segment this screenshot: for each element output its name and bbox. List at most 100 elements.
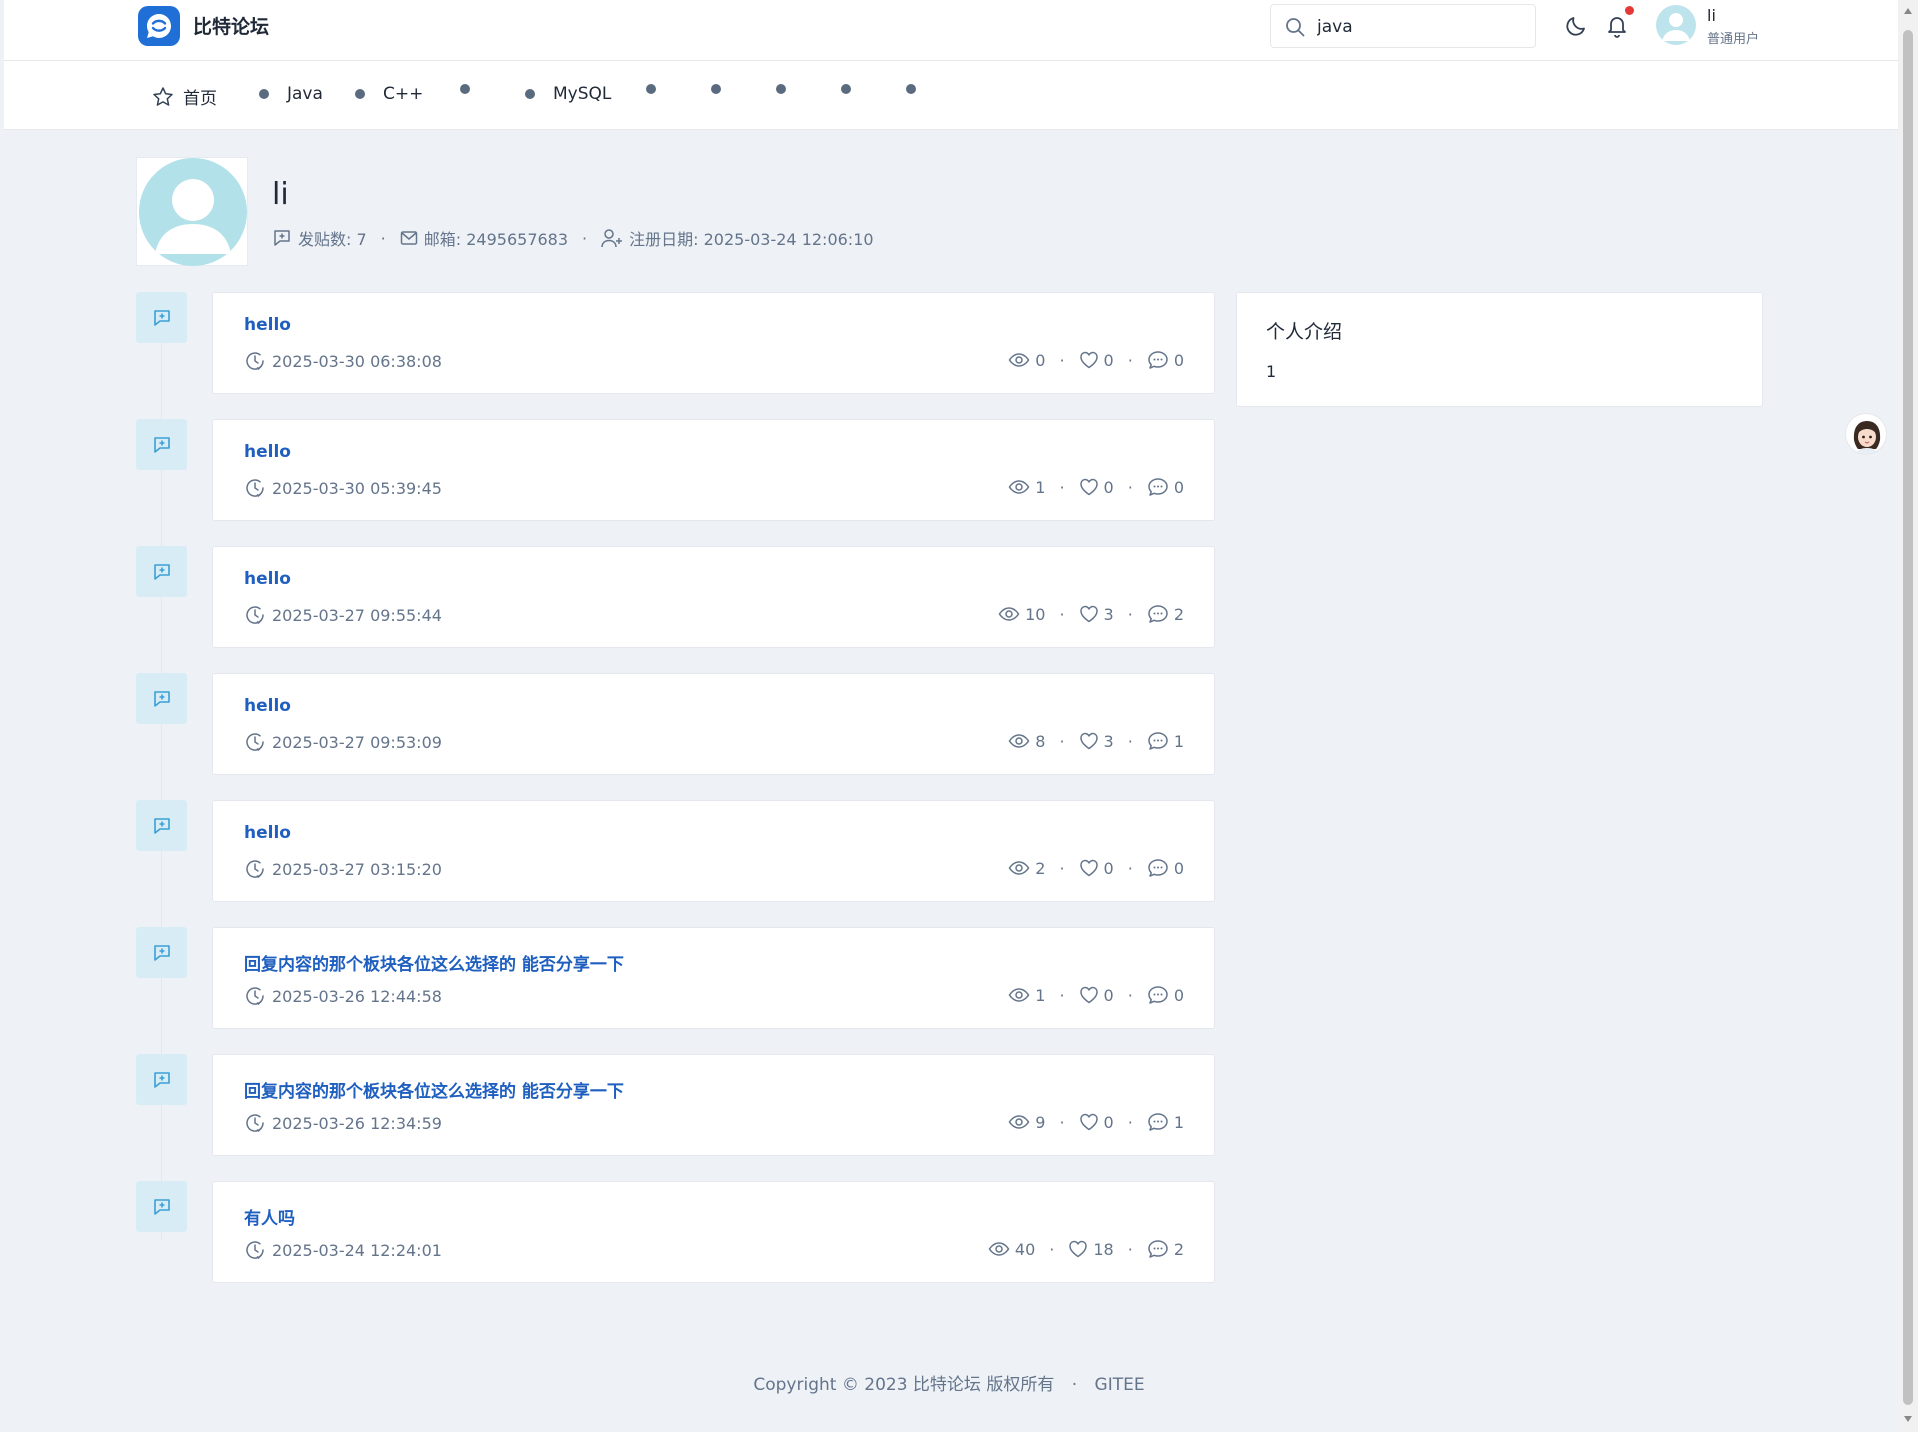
post-card[interactable]: hello 2025-03-27 09:53:09 8 · 3 · 1 <box>212 673 1215 775</box>
comment-icon <box>1147 858 1174 878</box>
post-time: 2025-03-27 09:55:44 <box>244 604 442 626</box>
post-card[interactable]: hello 2025-03-27 09:55:44 10 · 3 · 2 <box>212 546 1215 648</box>
post-title[interactable]: 回复内容的那个板块各位这么选择的 能否分享一下 <box>244 950 624 975</box>
user-avatar[interactable] <box>1656 5 1696 45</box>
timeline-marker-icon <box>136 1181 187 1232</box>
comment-count-text: 0 <box>1173 350 1184 370</box>
comment-count: 0 <box>1147 985 1184 1005</box>
like-count-text: 3 <box>1103 731 1114 751</box>
post-stats: 9 · 0 · 1 <box>1008 1112 1184 1132</box>
like-count: 18 <box>1068 1239 1114 1259</box>
nav-item-category-10[interactable] <box>906 84 934 94</box>
post-stats: 2 · 0 · 0 <box>1008 858 1184 878</box>
like-count-text: 0 <box>1103 350 1114 370</box>
category-dot-icon <box>355 89 365 99</box>
nav-item-home[interactable]: 首页 <box>152 84 217 109</box>
post-card[interactable]: 回复内容的那个板块各位这么选择的 能否分享一下 2025-03-26 12:34:… <box>212 1054 1215 1156</box>
comment-icon <box>1147 985 1174 1005</box>
view-count-text: 2 <box>1035 858 1046 878</box>
post-title[interactable]: 回复内容的那个板块各位这么选择的 能否分享一下 <box>244 1077 624 1102</box>
view-count: 2 <box>1008 859 1045 878</box>
intro-title: 个人介绍 <box>1266 321 1343 343</box>
clock-icon <box>244 731 272 753</box>
nav-label: C++ <box>383 84 424 104</box>
category-dot-icon <box>646 84 656 94</box>
heart-icon <box>1079 478 1104 496</box>
nav-item-category-6[interactable] <box>646 84 674 94</box>
post-title[interactable]: hello <box>244 315 291 335</box>
post-card[interactable]: hello 2025-03-27 03:15:20 2 · 0 · 0 <box>212 800 1215 902</box>
heart-icon <box>1068 1240 1093 1258</box>
eye-icon <box>1008 733 1035 749</box>
nav-item-category-7[interactable] <box>711 84 739 94</box>
search-box[interactable] <box>1270 4 1536 48</box>
post-title[interactable]: hello <box>244 696 291 716</box>
view-count-text: 1 <box>1035 985 1046 1005</box>
nav-item-category-4[interactable] <box>460 84 488 94</box>
like-count-text: 18 <box>1093 1239 1114 1259</box>
post-title[interactable]: hello <box>244 442 291 462</box>
site-name[interactable]: 比特论坛 <box>193 12 269 39</box>
comment-count: 0 <box>1147 350 1184 370</box>
comment-count: 1 <box>1147 1112 1184 1132</box>
notification-bell-icon[interactable] <box>1605 13 1629 39</box>
post-time-text: 2025-03-26 12:44:58 <box>272 986 442 1006</box>
timeline-marker-icon <box>136 800 187 851</box>
star-icon <box>152 86 174 108</box>
user-plus-icon <box>601 228 629 248</box>
like-count-text: 0 <box>1103 985 1114 1005</box>
heart-icon <box>1079 732 1104 750</box>
post-card[interactable]: hello 2025-03-30 06:38:08 0 · 0 · 0 <box>212 292 1215 394</box>
notification-badge <box>1625 6 1634 15</box>
eye-icon <box>1008 860 1035 876</box>
post-card[interactable]: 有人吗 2025-03-24 12:24:01 40 · 18 · 2 <box>212 1181 1215 1283</box>
post-time: 2025-03-24 12:24:01 <box>244 1239 442 1261</box>
gitee-link[interactable]: GITEE <box>1095 1375 1145 1395</box>
post-time: 2025-03-30 05:39:45 <box>244 477 442 499</box>
scroll-down-arrow-icon[interactable] <box>1904 1416 1912 1422</box>
comment-icon <box>1147 477 1174 497</box>
site-logo-icon[interactable] <box>138 6 180 46</box>
eye-icon <box>988 1241 1015 1257</box>
nav-item-cpp[interactable]: C++ <box>355 84 423 104</box>
post-card[interactable]: 回复内容的那个板块各位这么选择的 能否分享一下 2025-03-26 12:44:… <box>212 927 1215 1029</box>
post-stats: 40 · 18 · 2 <box>988 1239 1184 1259</box>
post-card[interactable]: hello 2025-03-30 05:39:45 1 · 0 · 0 <box>212 419 1215 521</box>
timeline-marker-icon <box>136 927 187 978</box>
profile-meta: 发贴数: 7 · 邮箱: 2495657683 · 注册日期: 2025-03-… <box>272 226 874 250</box>
search-input[interactable] <box>1317 14 1517 40</box>
nav-item-category-9[interactable] <box>841 84 869 94</box>
category-dot-icon <box>711 84 721 94</box>
category-nav: 首页 Java C++ MySQL <box>4 61 1898 130</box>
category-dot-icon <box>841 84 851 94</box>
nav-label: Java <box>287 84 323 104</box>
nav-item-category-8[interactable] <box>776 84 804 94</box>
comment-count-text: 2 <box>1173 604 1184 624</box>
post-time-text: 2025-03-24 12:24:01 <box>272 1240 442 1260</box>
comment-count-text: 1 <box>1173 1112 1184 1132</box>
scrollbar-thumb[interactable] <box>1903 30 1913 1405</box>
post-title[interactable]: hello <box>244 569 291 589</box>
like-count: 0 <box>1079 478 1114 497</box>
view-count-text: 10 <box>1025 604 1046 624</box>
like-count-text: 0 <box>1103 858 1114 878</box>
page-scrollbar[interactable] <box>1898 0 1918 1432</box>
user-name[interactable]: li <box>1707 6 1716 25</box>
post-title[interactable]: hello <box>244 823 291 843</box>
nav-item-mysql[interactable]: MySQL <box>525 84 611 104</box>
nav-item-java[interactable]: Java <box>259 84 323 104</box>
comment-icon <box>1147 604 1174 624</box>
clock-icon <box>244 858 272 880</box>
category-dot-icon <box>259 89 269 99</box>
intro-card: 个人介绍 1 <box>1236 292 1763 407</box>
view-count: 1 <box>1008 478 1045 497</box>
dark-mode-moon-icon[interactable] <box>1564 14 1588 38</box>
like-count: 3 <box>1079 605 1114 624</box>
view-count-text: 1 <box>1035 477 1046 497</box>
view-count-text: 0 <box>1035 350 1046 370</box>
heart-icon <box>1079 351 1104 369</box>
post-title[interactable]: 有人吗 <box>244 1204 295 1229</box>
heart-icon <box>1079 1113 1104 1131</box>
floating-assistant-avatar[interactable] <box>1845 413 1887 455</box>
scroll-up-arrow-icon[interactable] <box>1904 8 1912 14</box>
